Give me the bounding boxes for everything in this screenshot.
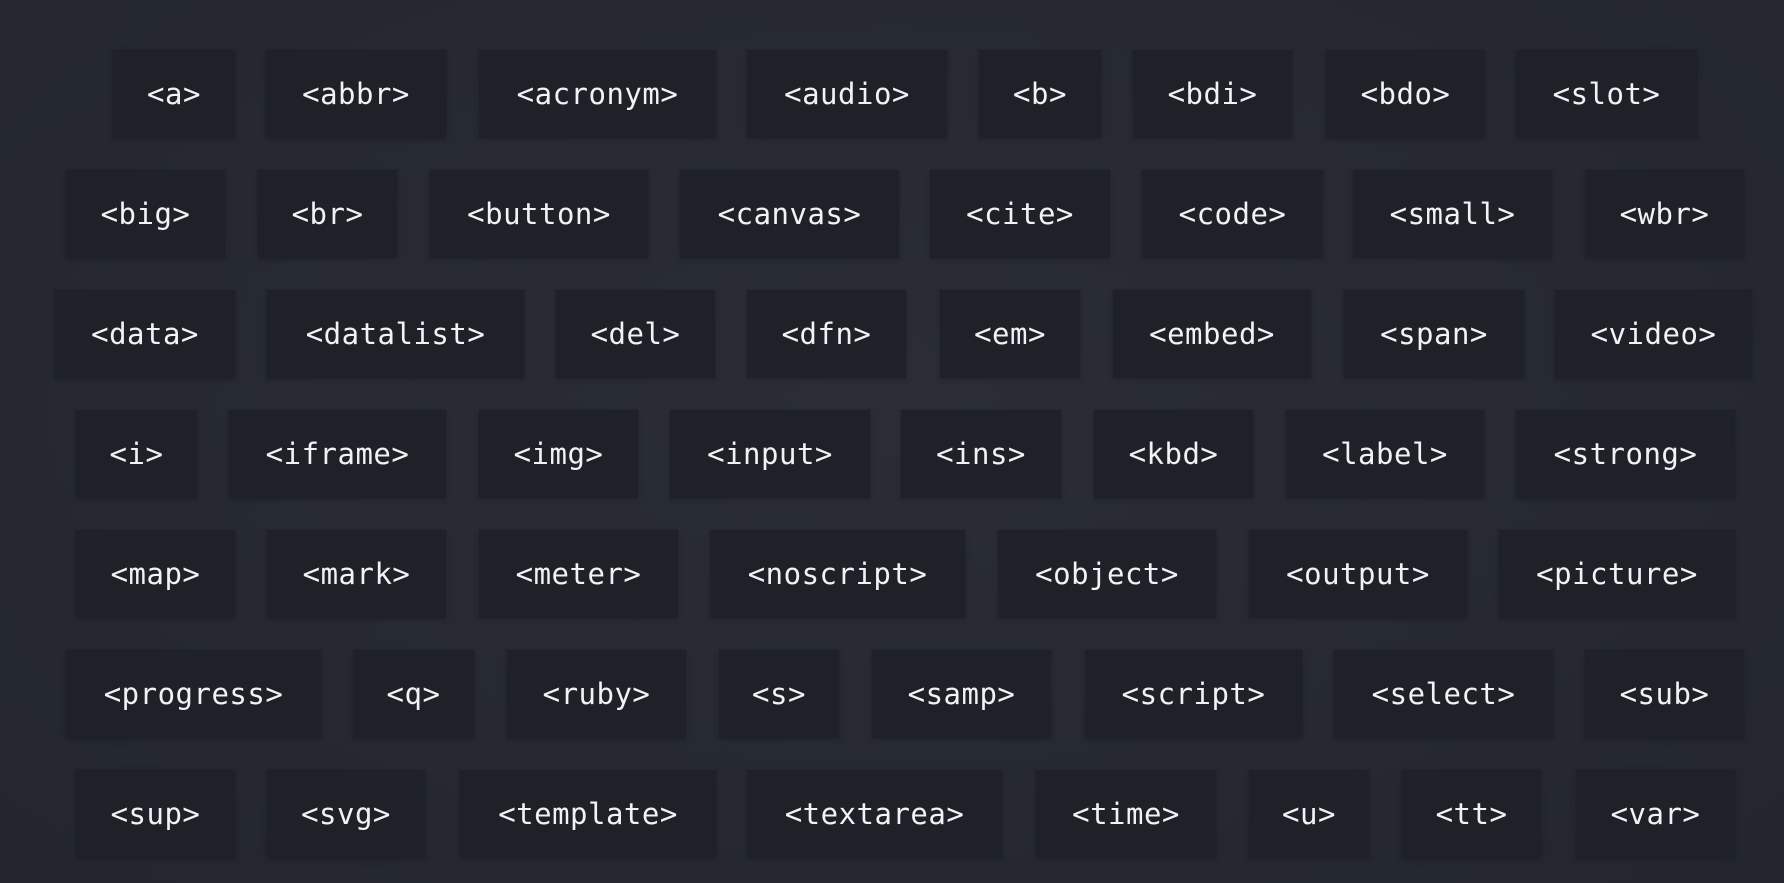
tag-chip: <video> [1555, 290, 1752, 378]
tag-chip: <picture> [1499, 530, 1735, 618]
tag-chip: <kbd> [1094, 410, 1253, 498]
tag-chip: <cite> [930, 170, 1110, 258]
tag-chip: <meter> [479, 530, 678, 618]
tag-chip: <canvas> [680, 170, 899, 258]
tag-chip: <ruby> [507, 650, 686, 738]
tag-chip: <label> [1286, 410, 1484, 498]
tag-chip: <datalist> [267, 290, 524, 378]
tag-chip: <progress> [66, 650, 321, 738]
tag-chip: <strong> [1516, 410, 1735, 498]
tag-chip: <data> [55, 290, 235, 378]
tag-row: <map> <mark> <meter> <noscript> <object>… [0, 530, 1784, 618]
tag-row: <a> <abbr> <acronym> <audio> <b> <bdi> <… [0, 50, 1784, 138]
tag-chip: <u> [1249, 770, 1369, 858]
tag-chip: <var> [1576, 770, 1735, 858]
tag-chip: <script> [1085, 650, 1302, 738]
tag-chip: <embed> [1113, 290, 1311, 378]
tag-chip: <textarea> [747, 770, 1002, 858]
tag-chip: <acronym> [479, 50, 716, 138]
tag-chip: <s> [719, 650, 839, 738]
tag-row: <big> <br> <button> <canvas> <cite> <cod… [0, 170, 1784, 258]
tag-chip: <svg> [267, 770, 425, 858]
tag-row: <i> <iframe> <img> <input> <ins> <kbd> <… [0, 410, 1784, 498]
tag-chip: <input> [670, 410, 870, 498]
tag-chip: <big> [66, 170, 225, 258]
tag-chip: <b> [979, 50, 1101, 138]
tag-chip: <img> [479, 410, 638, 498]
tag-chip: <map> [76, 530, 235, 618]
tag-row: <sup> <svg> <template> <textarea> <time>… [0, 770, 1784, 858]
tag-chip: <sup> [76, 770, 235, 858]
tag-chip: <samp> [872, 650, 1051, 738]
tag-chip: <template> [460, 770, 716, 858]
tag-chip: <del> [556, 290, 715, 378]
tag-chip: <sub> [1585, 650, 1744, 738]
tag-chip: <time> [1036, 770, 1216, 858]
tag-grid: <a> <abbr> <acronym> <audio> <b> <bdi> <… [0, 0, 1784, 883]
tag-chip: <mark> [267, 530, 446, 618]
tag-chip: <wbr> [1585, 170, 1744, 258]
tag-chip: <br> [258, 170, 397, 258]
tag-chip: <slot> [1516, 50, 1697, 138]
tag-chip: <ins> [901, 410, 1061, 498]
tag-chip: <iframe> [229, 410, 446, 498]
tag-chip: <dfn> [747, 290, 906, 378]
tag-chip: <bdi> [1133, 50, 1292, 138]
tag-chip: <code> [1142, 170, 1323, 258]
tag-chip: <i> [76, 410, 197, 498]
tag-row: <progress> <q> <ruby> <s> <samp> <script… [0, 650, 1784, 738]
tag-chip: <a> [113, 50, 235, 138]
tag-chip: <span> [1344, 290, 1524, 378]
tag-chip: <bdo> [1326, 50, 1485, 138]
tag-chip: <tt> [1402, 770, 1541, 858]
tag-chip: <select> [1334, 650, 1553, 738]
tag-chip: <output> [1249, 530, 1467, 618]
tag-chip: <audio> [747, 50, 947, 138]
tag-chip: <small> [1353, 170, 1552, 258]
tag-row: <data> <datalist> <del> <dfn> <em> <embe… [0, 290, 1784, 378]
tag-chip: <q> [353, 650, 474, 738]
tag-chip: <noscript> [710, 530, 965, 618]
tag-chip: <abbr> [266, 50, 446, 138]
tag-chip: <em> [940, 290, 1080, 378]
tag-chip: <button> [430, 170, 648, 258]
tag-chip: <object> [998, 530, 1216, 618]
